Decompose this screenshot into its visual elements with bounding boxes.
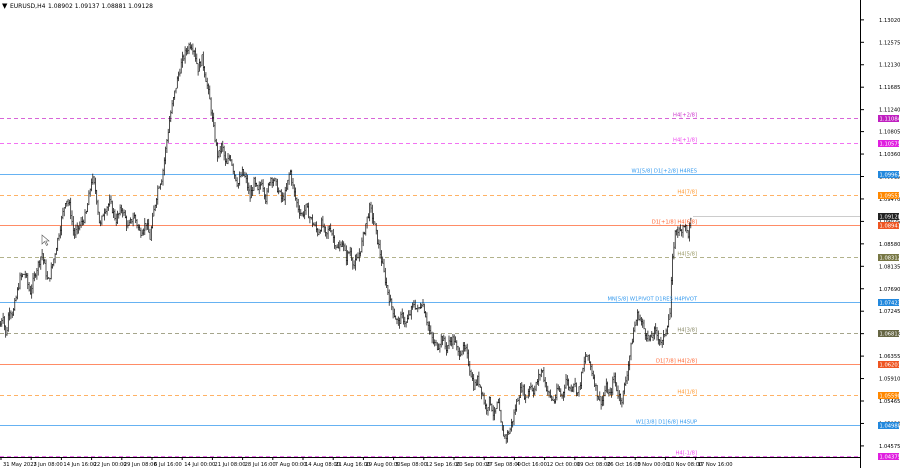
level-price-text: 1.09553 [880, 194, 900, 200]
level-label-h4-2-8: H4[+2/8] [673, 113, 697, 119]
level-label-d1-1-8-h4-6-8: D1[+1/8] H4[6/8] [652, 220, 697, 226]
x-tick-label: 7 Aug 00:00 [275, 462, 307, 468]
x-tick-label: 6 Jul 16:00 [154, 462, 182, 468]
level-label-h4-5-8: H4[5/8] [677, 252, 697, 258]
x-tick-label: 7 Jun 08:00 [33, 462, 63, 468]
y-tick-label: 1.10805 [879, 130, 900, 136]
ohlc-values: 1.08902 1.09137 1.08881 1.09128 [48, 3, 153, 10]
level-price-text: 1.06201 [880, 363, 900, 369]
y-tick-label: 1.10360 [879, 152, 900, 158]
level-price-text: 1.08312 [880, 256, 900, 262]
level-label-d1-7-8-h4-2-8: D1[7/8] H4[2/8] [656, 359, 697, 365]
level-label-h4-3-8: H4[3/8] [677, 328, 697, 334]
x-tick-label: 29 Jun 08:00 [124, 462, 157, 468]
y-tick-label: 1.11685 [879, 85, 900, 91]
symbol-label: EURUSD,H4 [10, 3, 46, 10]
level-label-h4-1-8: H4[-1/8] [676, 451, 697, 457]
level-price-text: 1.07423 [880, 301, 900, 307]
y-tick-label: 1.08135 [879, 264, 900, 270]
x-tick-label: 14 Jun 16:00 [63, 462, 96, 468]
y-tick-label: 1.08580 [879, 242, 900, 248]
level-label-h4-1-8: H4[1/8] [677, 390, 697, 396]
level-price-text: 1.04980 [880, 424, 900, 430]
y-tick-label: 1.12575 [879, 40, 900, 46]
level-label-h4-1-8: H4[+1/8] [673, 138, 697, 144]
level-price-text: 1.06812 [880, 332, 900, 338]
x-tick-label: 19 Oct 08:00 [577, 462, 611, 468]
ohlc-bar [526, 397, 527, 398]
level-price-text: 1.10575 [880, 142, 900, 148]
x-tick-label: 5 Sep 08:00 [396, 462, 427, 468]
level-price-text: 1.08947 [880, 224, 900, 230]
y-tick-label: 1.05465 [879, 399, 900, 405]
level-price-text: 1.05590 [880, 394, 900, 400]
y-tick-label: 1.07690 [879, 287, 900, 293]
x-tick-label: 4 Oct 16:00 [516, 462, 547, 468]
y-tick-label: 1.05910 [879, 377, 900, 383]
level-price-text: 1.09962 [880, 173, 900, 179]
level-label-h4-7-8: H4[7/8] [677, 190, 697, 196]
y-tick-label: 1.11240 [879, 108, 900, 114]
price-chart[interactable]: H4[+2/8] H4[+1/8] W1[5/8] D1[+2/8] H4RES H4… [0, 0, 900, 468]
triangle-down-icon[interactable]: ▼ [2, 2, 8, 10]
level-price-text: 1.04375 [880, 455, 900, 461]
y-tick-label: 1.06355 [879, 354, 900, 360]
current-price-text: 1.09128 [880, 215, 900, 221]
level-label-mn-5-8-w1pivot-d1res-h4pivot: MN[5/8] W1PIVOT D1RES H4PIVOT [607, 297, 697, 303]
y-tick-label: 1.12130 [879, 63, 900, 69]
level-label-w1-3-8-d1-6-8-h4sup: W1[3/8] D1[6/8] H4SUP [636, 420, 697, 426]
y-tick-label: 1.13020 [879, 18, 900, 24]
x-tick-label: 28 Jul 16:00 [245, 462, 276, 468]
chart-header: ▼ EURUSD,H4 1.08902 1.09137 1.08881 1.09… [2, 2, 153, 10]
x-tick-label: 12 Oct 00:00 [547, 462, 581, 468]
level-price-text: 1.11084 [880, 117, 900, 123]
x-tick-label: 21 Jul 08:00 [214, 462, 245, 468]
x-tick-label: 3 Nov 00:00 [637, 462, 669, 468]
chart-background [0, 0, 900, 468]
x-tick-label: 14 Jul 00:00 [184, 462, 215, 468]
y-tick-label: 1.04575 [879, 444, 900, 450]
chart-svg[interactable]: H4[+2/8] H4[+1/8] W1[5/8] D1[+2/8] H4RES H4… [0, 0, 900, 468]
y-tick-label: 1.07245 [879, 309, 900, 315]
level-label-w1-5-8-d1-2-8-h4res: W1[5/8] D1[+2/8] H4RES [631, 169, 697, 175]
x-tick-label: 22 Jun 00:00 [94, 462, 127, 468]
x-tick-label: 26 Oct 16:00 [607, 462, 641, 468]
x-tick-label: 17 Nov 16:00 [698, 462, 733, 468]
x-tick-label: 31 May 2023 [3, 462, 37, 468]
